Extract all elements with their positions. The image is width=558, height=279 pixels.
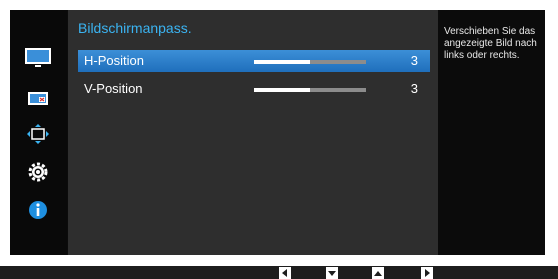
gear-icon xyxy=(28,162,48,182)
onscreen-display-icon xyxy=(28,92,48,105)
left-arrow-icon xyxy=(282,269,287,277)
down-arrow-icon xyxy=(328,271,336,276)
sidebar-item-onscreen-display[interactable] xyxy=(10,78,67,116)
menu-item-value: 3 xyxy=(410,53,418,68)
sidebar-item-information[interactable] xyxy=(10,190,67,228)
menu-item-h-position[interactable]: H-Position 3 xyxy=(78,50,430,72)
up-arrow-icon xyxy=(374,271,382,276)
slider-fill xyxy=(254,88,310,92)
sidebar xyxy=(10,10,67,255)
menu-item-label: H-Position xyxy=(84,53,144,68)
v-position-slider[interactable] xyxy=(254,88,366,92)
menu-item-v-position[interactable]: V-Position 3 xyxy=(78,78,430,100)
slider-fill xyxy=(254,60,310,64)
help-panel: Verschieben Sie das angezeigte Bild nach… xyxy=(438,10,545,255)
menu-item-value: 3 xyxy=(410,81,418,96)
sidebar-item-settings[interactable] xyxy=(10,152,67,190)
info-icon xyxy=(29,201,47,219)
sidebar-item-position[interactable] xyxy=(10,114,67,152)
control-bar xyxy=(0,266,558,279)
right-arrow-icon xyxy=(425,269,430,277)
menu-title: Bildschirmanpass. xyxy=(78,20,192,36)
help-text: Verschieben Sie das angezeigte Bild nach… xyxy=(444,26,537,61)
menu-item-label: V-Position xyxy=(84,81,143,96)
sidebar-item-picture[interactable] xyxy=(10,38,67,76)
up-button[interactable] xyxy=(372,267,384,279)
right-button[interactable] xyxy=(421,267,433,279)
menu-panel: Bildschirmanpass. H-Position 3 V-Positio… xyxy=(68,10,438,255)
picture-icon xyxy=(25,48,51,67)
h-position-slider[interactable] xyxy=(254,60,366,64)
left-button[interactable] xyxy=(279,267,291,279)
down-button[interactable] xyxy=(326,267,338,279)
monitor-osd: Bildschirmanpass. H-Position 3 V-Positio… xyxy=(10,10,545,255)
position-icon xyxy=(27,124,49,144)
